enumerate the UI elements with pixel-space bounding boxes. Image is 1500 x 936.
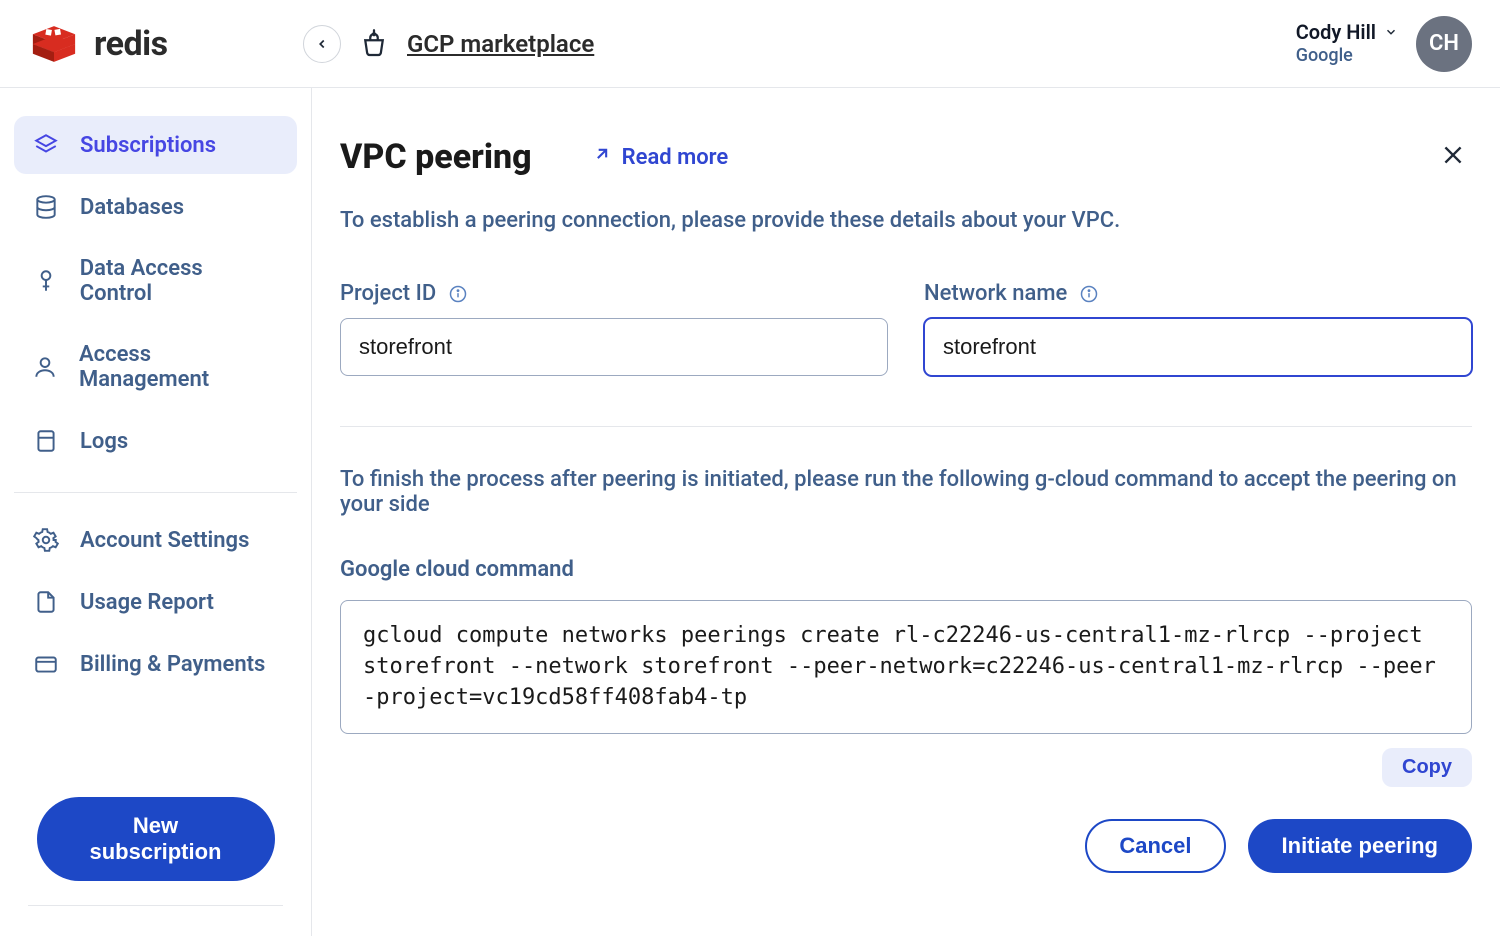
layers-icon [32,132,60,158]
user-icon [32,354,59,380]
network-name-field: Network name [924,281,1472,376]
sidebar-item-label: Databases [80,195,184,220]
page-description: To establish a peering connection, pleas… [340,208,1472,233]
project-id-field: Project ID [340,281,888,376]
sidebar-item-data-access[interactable]: Data Access Control [14,240,297,322]
info-icon[interactable] [448,284,468,304]
close-button[interactable] [1434,136,1472,178]
sidebar-item-label: Usage Report [80,590,214,615]
title-row: VPC peering Read more [340,136,1472,178]
action-row: Cancel Initiate peering [340,819,1472,873]
network-name-label: Network name [924,281,1067,306]
form-row: Project ID Network name [340,281,1472,376]
read-more-label: Read more [622,145,729,170]
nav-divider [14,492,297,493]
section-divider [340,426,1472,427]
project-id-input[interactable] [340,318,888,376]
user-text: Cody Hill Google [1296,20,1398,68]
database-icon [32,194,60,220]
sidebar: Subscriptions Databases Data Access Cont… [0,88,312,936]
user-name: Cody Hill [1296,20,1376,45]
sidebar-item-label: Data Access Control [80,256,279,306]
avatar[interactable]: CH [1416,16,1472,72]
initiate-peering-button[interactable]: Initiate peering [1248,819,1472,873]
logo[interactable]: redis [28,18,303,70]
sidebar-item-logs[interactable]: Logs [14,412,297,470]
user-menu[interactable]: Cody Hill Google CH [1296,16,1472,72]
main: VPC peering Read more To establish a pee… [312,88,1500,936]
sidebar-item-subscriptions[interactable]: Subscriptions [14,116,297,174]
nav-group-primary: Subscriptions Databases Data Access Cont… [0,116,311,474]
logo-text: redis [94,24,168,64]
logs-icon [32,428,60,454]
cancel-button[interactable]: Cancel [1085,819,1225,873]
sidebar-item-access-mgmt[interactable]: Access Management [14,326,297,408]
sidebar-divider-bottom [28,905,283,906]
sidebar-item-label: Logs [80,429,128,454]
copy-button[interactable]: Copy [1382,748,1472,787]
sidebar-item-label: Access Management [79,342,279,392]
card-icon [32,651,60,677]
read-more-link[interactable]: Read more [592,144,729,170]
back-button[interactable] [303,25,341,63]
new-subscription-button[interactable]: New subscription [37,797,275,881]
key-icon [32,268,60,294]
command-label: Google cloud command [340,557,1472,582]
sidebar-item-billing[interactable]: Billing & Payments [14,635,297,693]
project-id-label: Project ID [340,281,436,306]
sidebar-item-account-settings[interactable]: Account Settings [14,511,297,569]
sidebar-item-label: Billing & Payments [80,652,265,677]
page-title: VPC peering [340,137,532,177]
sidebar-footer: New subscription [0,797,311,936]
nav-group-secondary: Account Settings Usage Report Billing & … [0,511,311,697]
marketplace-icon [359,29,389,59]
sidebar-item-databases[interactable]: Databases [14,178,297,236]
breadcrumb-link[interactable]: GCP marketplace [407,30,594,58]
report-icon [32,589,60,615]
shell: Subscriptions Databases Data Access Cont… [0,88,1500,936]
sidebar-item-label: Account Settings [80,528,249,553]
external-link-icon [592,144,612,170]
sidebar-item-label: Subscriptions [80,133,216,158]
user-org: Google [1296,45,1398,68]
network-name-input[interactable] [924,318,1472,376]
chevron-down-icon [1384,20,1398,45]
command-box[interactable]: gcloud compute networks peerings create … [340,600,1472,734]
info-icon[interactable] [1079,284,1099,304]
finish-instruction: To finish the process after peering is i… [340,467,1472,517]
gear-icon [32,527,60,553]
header: redis GCP marketplace Cody Hill Google C… [0,0,1500,88]
breadcrumb: GCP marketplace [303,25,1296,63]
sidebar-item-usage-report[interactable]: Usage Report [14,573,297,631]
redis-cube-icon [28,18,80,70]
